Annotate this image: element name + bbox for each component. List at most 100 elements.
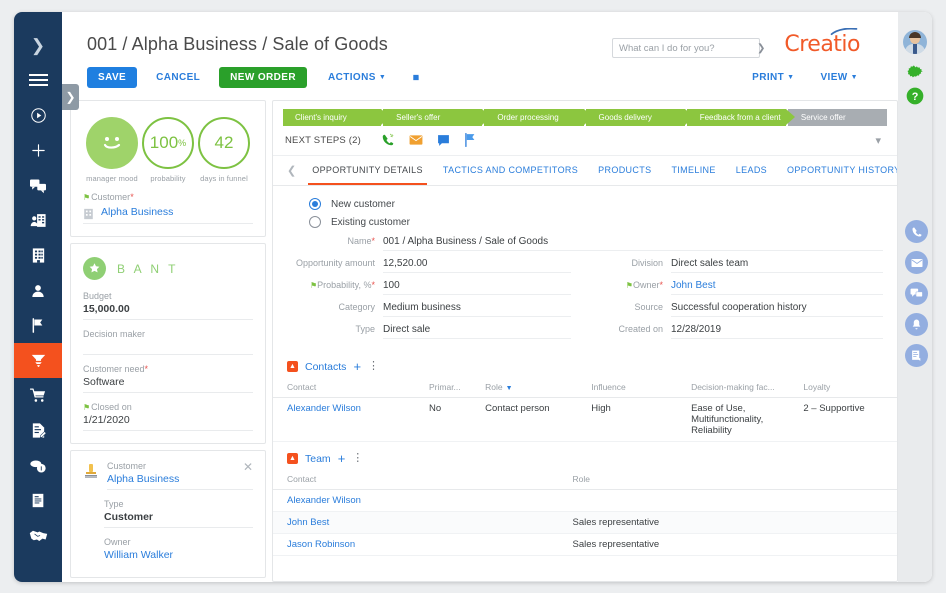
radio-button[interactable] — [309, 216, 321, 228]
cell-contact[interactable]: Alexander Wilson — [273, 398, 429, 442]
table-row[interactable]: Jason Robinson Sales representative — [273, 534, 897, 556]
menu-icon[interactable] — [14, 63, 62, 98]
column-header-role[interactable]: Role▼ — [485, 377, 591, 398]
field-value[interactable] — [83, 341, 253, 355]
chat-icon[interactable] — [437, 134, 450, 147]
table-row[interactable]: John Best Sales representative — [273, 512, 897, 534]
contacts-more-menu-icon[interactable]: ⋮ — [368, 361, 380, 372]
call-fab-icon[interactable] — [905, 220, 928, 243]
field-value[interactable]: 15,000.00 — [83, 303, 253, 320]
column-header-contact[interactable]: Contact — [273, 469, 573, 490]
actions-menu-button[interactable]: ACTIONS▼ — [317, 67, 397, 88]
collapse-chevron-icon[interactable]: ▾ — [875, 134, 881, 147]
search-submit-icon[interactable]: ❯ — [757, 43, 772, 54]
team-section-title[interactable]: Team — [305, 453, 331, 465]
tabs-prev-arrow-icon[interactable]: ❮ — [281, 164, 302, 177]
search-input[interactable] — [613, 43, 757, 54]
cell-contact[interactable]: Alexander Wilson — [273, 490, 573, 512]
chat-fab-icon[interactable] — [905, 282, 928, 305]
tab-leads[interactable]: LEADS — [726, 157, 777, 184]
save-button[interactable]: SAVE — [87, 67, 137, 88]
field-value[interactable]: Successful cooperation history — [671, 302, 883, 317]
field-value[interactable]: 1/21/2020 — [83, 414, 253, 431]
collapse-section-icon[interactable]: ▲ — [287, 361, 298, 372]
avatar[interactable] — [903, 30, 927, 54]
gauge-probability[interactable]: 100% probability — [141, 117, 195, 183]
mail-icon[interactable] — [409, 134, 423, 146]
tab-tactics-and-competitors[interactable]: TACTICS AND COMPETITORS — [433, 157, 588, 184]
cancel-button[interactable]: CANCEL — [145, 67, 211, 88]
document-edit-icon[interactable] — [14, 413, 62, 448]
column-header-loyalty[interactable]: Loyalty — [803, 377, 897, 398]
view-menu-button[interactable]: VIEW▼ — [820, 72, 858, 83]
radio-button[interactable] — [309, 198, 321, 210]
field-value[interactable]: 100 — [383, 280, 571, 295]
gear-icon[interactable] — [905, 62, 925, 82]
handshake-icon[interactable] — [14, 518, 62, 553]
team-more-menu-icon[interactable]: ⋮ — [352, 453, 364, 464]
phone-icon[interactable] — [381, 133, 395, 147]
column-header-decision-factors[interactable]: Decision-making fac... — [691, 377, 803, 398]
flag-icon[interactable] — [14, 308, 62, 343]
stage-item[interactable]: Service offer — [788, 109, 887, 126]
add-team-member-icon[interactable]: + — [338, 452, 346, 465]
column-header-primary[interactable]: Primar... — [429, 377, 485, 398]
field-value[interactable]: Direct sales team — [671, 258, 883, 273]
notifications-fab-icon[interactable] — [905, 313, 928, 336]
play-icon[interactable] — [14, 98, 62, 133]
funnel-icon[interactable] — [14, 343, 62, 378]
stage-item[interactable]: Goods delivery — [586, 109, 685, 126]
expand-chevron-icon[interactable]: ❯ — [14, 28, 62, 63]
email-fab-icon[interactable] — [905, 251, 928, 274]
stage-item[interactable]: Feedback from a client — [687, 109, 786, 126]
tasks-fab-icon[interactable] — [905, 344, 928, 367]
flag-icon[interactable] — [464, 133, 476, 147]
field-value[interactable]: 001 / Alpha Business / Sale of Goods — [383, 236, 883, 251]
new-order-button[interactable]: NEW ORDER — [219, 67, 307, 88]
table-row[interactable]: Alexander Wilson — [273, 490, 897, 512]
radio-existing-customer[interactable]: Existing customer — [287, 216, 883, 228]
field-value[interactable]: Direct sale — [383, 324, 571, 339]
close-icon[interactable]: ✕ — [243, 461, 253, 473]
stage-item[interactable]: Seller's offer — [383, 109, 482, 126]
cell-contact[interactable]: John Best — [273, 512, 573, 534]
help-icon[interactable]: ? — [905, 86, 925, 106]
report-icon[interactable] — [14, 483, 62, 518]
table-row[interactable]: Alexander Wilson No Contact person High … — [273, 398, 897, 442]
field-value[interactable]: Software — [83, 376, 253, 393]
cell-contact[interactable]: Jason Robinson — [273, 534, 573, 556]
cart-icon[interactable] — [14, 378, 62, 413]
person-icon[interactable] — [14, 273, 62, 308]
gauge-manager-mood[interactable]: manager mood — [85, 117, 139, 183]
field-value[interactable]: Alpha Business — [107, 473, 253, 490]
radio-new-customer[interactable]: New customer — [287, 198, 883, 210]
customer-value-link[interactable]: Alpha Business — [101, 206, 253, 222]
print-menu-button[interactable]: PRINT▼ — [752, 72, 794, 83]
accounts-icon[interactable] — [14, 238, 62, 273]
gauge-days-in-funnel[interactable]: 42 days in funnel — [197, 117, 251, 183]
column-header-role[interactable]: Role — [573, 469, 897, 490]
field-value[interactable]: John Best — [671, 280, 883, 295]
stage-item[interactable]: Order processing — [484, 109, 583, 126]
add-contact-icon[interactable]: + — [353, 360, 361, 373]
plus-icon[interactable] — [14, 133, 62, 168]
contacts-section-title[interactable]: Contacts — [305, 361, 346, 373]
collapse-section-icon[interactable]: ▲ — [287, 453, 298, 464]
field-value[interactable]: 12,520.00 — [383, 258, 571, 273]
invoice-icon[interactable]: i — [14, 448, 62, 483]
tab-opportunity-details[interactable]: OPPORTUNITY DETAILS — [302, 157, 433, 184]
tab-timeline[interactable]: TIMELINE — [661, 157, 725, 184]
field-value[interactable]: Medium business — [383, 302, 571, 317]
column-header-contact[interactable]: Contact — [273, 377, 429, 398]
sidebar-collapse-handle[interactable]: ❯ — [62, 84, 79, 110]
stage-item[interactable]: Client's inquiry — [283, 109, 381, 126]
column-header-influence[interactable]: Influence — [591, 377, 691, 398]
contacts-icon[interactable] — [14, 203, 62, 238]
field-value[interactable]: 12/28/2019 — [671, 324, 883, 339]
tab-opportunity-history[interactable]: OPPORTUNITY HISTORY — [777, 157, 898, 184]
tag-icon[interactable] — [411, 71, 424, 84]
feed-icon[interactable] — [14, 168, 62, 203]
tab-products[interactable]: PRODUCTS — [588, 157, 661, 184]
search-box[interactable]: ❯ — [612, 38, 760, 58]
field-value[interactable]: William Walker — [104, 549, 253, 565]
